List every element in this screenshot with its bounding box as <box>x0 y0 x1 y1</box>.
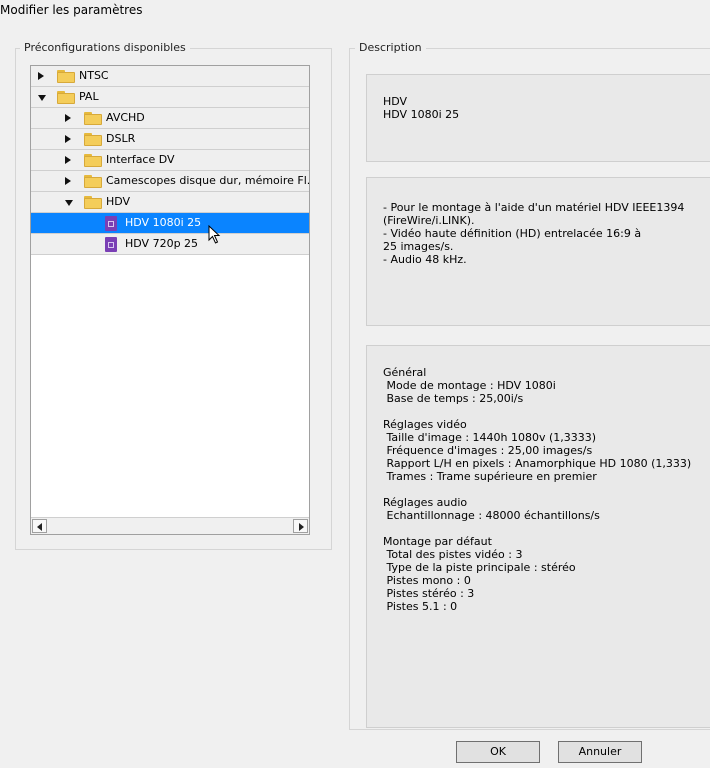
tree-item-label: HDV <box>106 195 131 208</box>
settings-line: Fréquence d'images : 25,00 images/s <box>383 444 593 457</box>
description-summary-box: HDV HDV 1080i 25 <box>366 74 710 162</box>
settings-line: Général <box>383 366 427 379</box>
preset-file-icon <box>105 237 117 252</box>
summary-line: HDV <box>383 95 408 108</box>
folder-icon <box>57 70 75 83</box>
description-details-box: - Pour le montage à l'aide d'un matériel… <box>366 177 710 326</box>
details-line: (FireWire/i.LINK). <box>383 214 475 227</box>
settings-line: Trames : Trame supérieure en premier <box>383 470 597 483</box>
folder-icon <box>84 133 102 146</box>
settings-line: Pistes 5.1 : 0 <box>383 600 458 613</box>
tree-folder-row[interactable]: NTSC <box>31 66 309 87</box>
settings-line <box>383 522 691 535</box>
details-line: 25 images/s. <box>383 240 454 253</box>
settings-line <box>383 483 691 496</box>
tree-folder-row[interactable]: HDV <box>31 192 309 213</box>
presets-tree[interactable]: NTSC PAL AVCHD DSLR Interface DV Camescopes d… <box>30 65 310 535</box>
description-legend: Description <box>355 41 426 54</box>
description-settings-box: Général Mode de montage : HDV 1080i Base… <box>366 345 710 728</box>
expand-arrow-right-icon[interactable] <box>65 177 71 185</box>
tree-item-label: DSLR <box>106 132 136 145</box>
tree-folder-row[interactable]: PAL <box>31 87 309 108</box>
presets-legend: Préconfigurations disponibles <box>20 41 190 54</box>
tree-item-label: HDV 720p 25 <box>125 237 199 250</box>
window-title: Modifier les paramètres <box>0 3 143 17</box>
settings-line: Rapport L/H en pixels : Anamorphique HD … <box>383 457 692 470</box>
details-line: - Audio 48 kHz. <box>383 253 467 266</box>
ok-button[interactable]: OK <box>456 741 540 763</box>
tree-item-label: NTSC <box>79 69 109 82</box>
folder-icon <box>84 196 102 209</box>
folder-icon <box>84 154 102 167</box>
tree-horizontal-scrollbar[interactable] <box>31 517 309 534</box>
expand-arrow-down-icon[interactable] <box>38 95 46 101</box>
settings-line: Pistes stéréo : 3 <box>383 587 475 600</box>
settings-line: Taille d'image : 1440h 1080v (1,3333) <box>383 431 597 444</box>
chevron-right-icon <box>299 523 304 531</box>
folder-icon <box>84 175 102 188</box>
folder-icon <box>84 112 102 125</box>
tree-preset-row[interactable]: HDV 1080i 25 <box>31 213 309 234</box>
expand-arrow-down-icon[interactable] <box>65 200 73 206</box>
tree-item-label: HDV 1080i 25 <box>125 216 202 229</box>
details-line: - Vidéo haute définition (HD) entrelacée… <box>383 227 642 240</box>
settings-line: Mode de montage : HDV 1080i <box>383 379 556 392</box>
expand-arrow-right-icon[interactable] <box>65 135 71 143</box>
settings-line: Pistes mono : 0 <box>383 574 471 587</box>
summary-line: HDV 1080i 25 <box>383 108 460 121</box>
tree-item-label: AVCHD <box>106 111 145 124</box>
settings-line: Montage par défaut <box>383 535 492 548</box>
folder-icon <box>57 91 75 104</box>
tree-item-label: Camescopes disque dur, mémoire Fl. <box>106 174 310 187</box>
settings-line: Réglages vidéo <box>383 418 467 431</box>
chevron-left-icon <box>37 523 42 531</box>
tree-folder-row[interactable]: Camescopes disque dur, mémoire Fl. <box>31 171 309 192</box>
settings-line: Réglages audio <box>383 496 468 509</box>
settings-line: Base de temps : 25,00i/s <box>383 392 524 405</box>
scroll-right-button[interactable] <box>293 519 308 533</box>
scroll-left-button[interactable] <box>32 519 47 533</box>
expand-arrow-right-icon[interactable] <box>38 72 44 80</box>
settings-line <box>383 405 691 418</box>
tree-item-label: Interface DV <box>106 153 175 166</box>
details-line: - Pour le montage à l'aide d'un matériel… <box>383 201 685 214</box>
tree-preset-row[interactable]: HDV 720p 25 <box>31 234 309 255</box>
tree-folder-row[interactable]: AVCHD <box>31 108 309 129</box>
settings-line: Type de la piste principale : stéréo <box>383 561 576 574</box>
mouse-cursor-icon <box>208 225 221 244</box>
tree-folder-row[interactable]: DSLR <box>31 129 309 150</box>
tree-item-label: PAL <box>79 90 99 103</box>
settings-line: Total des pistes vidéo : 3 <box>383 548 523 561</box>
tree-folder-row[interactable]: Interface DV <box>31 150 309 171</box>
preset-file-icon <box>105 216 117 231</box>
expand-arrow-right-icon[interactable] <box>65 156 71 164</box>
cancel-button[interactable]: Annuler <box>558 741 642 763</box>
settings-line: Echantillonnage : 48000 échantillons/s <box>383 509 600 522</box>
expand-arrow-right-icon[interactable] <box>65 114 71 122</box>
